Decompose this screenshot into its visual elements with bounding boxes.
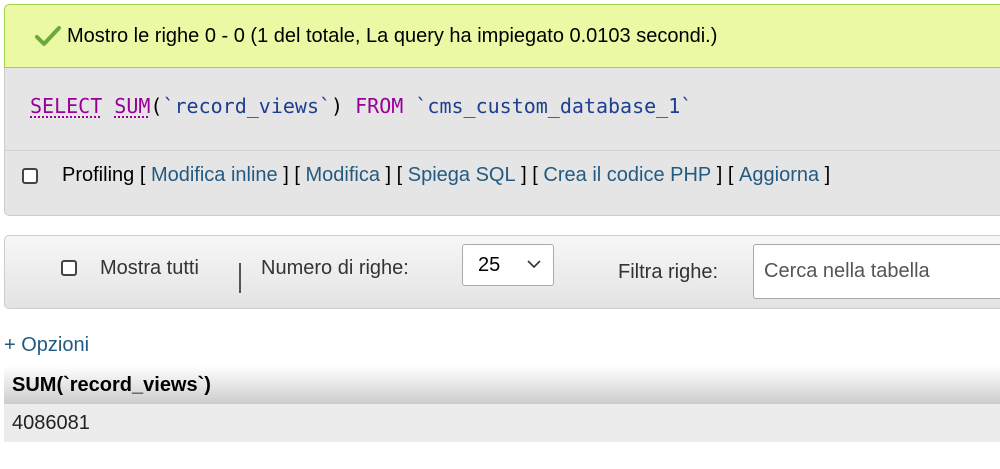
sql-keyword-from: FROM <box>355 94 404 118</box>
rows-count-label: Numero di righe: <box>261 257 409 279</box>
show-all-checkbox[interactable] <box>61 260 77 276</box>
filter-rows-label: Filtra righe: <box>618 261 719 283</box>
sql-paren-close: ) <box>331 94 344 118</box>
check-icon <box>35 26 61 46</box>
profiling-bar: Profiling [ Modifica inline ] [ Modifica… <box>22 164 830 187</box>
link-modifica[interactable]: Modifica <box>305 164 379 187</box>
sql-function-sum[interactable]: SUM <box>114 94 150 118</box>
link-spiega-sql[interactable]: Spiega SQL <box>408 164 516 187</box>
sql-keyword-select[interactable]: SELECT <box>30 94 102 118</box>
table-cell: 4086081 <box>12 411 90 434</box>
profiling-label: Profiling <box>62 164 135 186</box>
chevron-down-icon <box>527 260 541 269</box>
column-header[interactable]: SUM(`record_views`) <box>12 374 211 397</box>
divider <box>5 150 1000 151</box>
rows-count-value: 25 <box>478 253 501 276</box>
rows-count-select[interactable]: 25 <box>462 244 554 286</box>
sql-query: SELECT SUM(`record_views`) FROM `cms_cus… <box>30 94 692 118</box>
table-row: 4086081 <box>4 404 1000 442</box>
show-all-label[interactable]: Mostra tutti <box>100 257 199 280</box>
sql-query-box: SELECT SUM(`record_views`) FROM `cms_cus… <box>4 68 1000 216</box>
separator <box>239 263 241 293</box>
success-text: Mostro le righe 0 - 0 (1 del totale, La … <box>67 24 718 47</box>
link-modifica-inline[interactable]: Modifica inline <box>151 164 278 187</box>
sql-column: `record_views` <box>162 94 332 118</box>
sql-paren-open: ( <box>150 94 163 118</box>
sql-table: `cms_custom_database_1` <box>415 94 693 118</box>
navigation-bar: Mostra tutti Numero di righe: 25 Filtra … <box>4 235 1000 309</box>
options-link[interactable]: + Opzioni <box>4 334 89 357</box>
table-header: SUM(`record_views`) <box>4 366 1000 404</box>
profiling-checkbox[interactable] <box>22 167 38 184</box>
link-aggiorna[interactable]: Aggiorna <box>739 164 819 187</box>
link-crea-codice-php[interactable]: Crea il codice PHP <box>543 164 711 187</box>
success-message: Mostro le righe 0 - 0 (1 del totale, La … <box>4 4 1000 68</box>
search-input[interactable] <box>753 244 1000 299</box>
